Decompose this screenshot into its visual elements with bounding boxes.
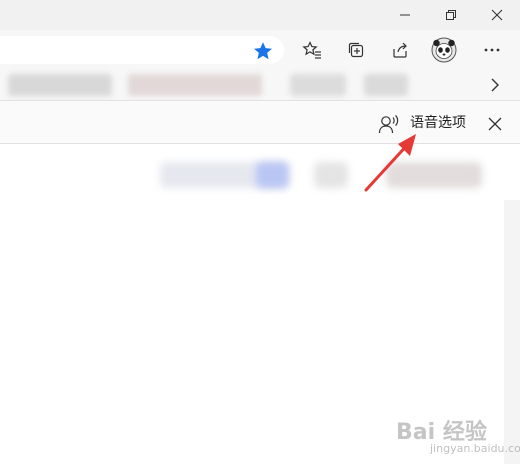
favorites-bar-item[interactable]	[290, 74, 346, 96]
chevron-right-icon	[491, 78, 499, 92]
close-icon	[491, 9, 503, 21]
restore-icon	[446, 10, 456, 20]
favorites-button[interactable]	[298, 36, 326, 64]
watermark-url: jingyan.baidu.com	[430, 442, 520, 455]
share-button[interactable]	[386, 36, 414, 64]
favorites-bar-item[interactable]	[8, 74, 112, 96]
more-menu-button[interactable]	[478, 36, 506, 64]
address-bar[interactable]	[0, 36, 284, 64]
favorites-bar-item[interactable]	[128, 74, 262, 96]
minimize-icon	[400, 14, 410, 16]
restore-button[interactable]	[428, 0, 474, 30]
favorite-star-icon[interactable]	[252, 40, 274, 62]
browser-toolbar	[0, 30, 520, 70]
blurred-page-element	[314, 162, 348, 188]
close-icon	[488, 117, 502, 131]
favorites-list-icon	[302, 41, 321, 59]
minimize-button[interactable]	[382, 0, 428, 30]
more-icon	[484, 48, 500, 52]
window-close-button[interactable]	[474, 0, 520, 30]
read-aloud-bar: 语音选项	[0, 101, 520, 144]
share-icon	[393, 42, 407, 58]
profile-avatar	[431, 37, 457, 63]
collections-icon	[348, 42, 364, 58]
scrollbar-thumb[interactable]	[504, 144, 520, 200]
favorites-bar	[0, 70, 520, 101]
collections-button[interactable]	[342, 36, 370, 64]
title-bar	[0, 0, 520, 30]
read-aloud-close-button[interactable]	[484, 113, 506, 135]
favorites-bar-item[interactable]	[364, 74, 408, 96]
annotation-arrow	[364, 134, 416, 192]
favorites-overflow-button[interactable]	[484, 74, 506, 96]
blurred-page-element	[256, 162, 288, 188]
profile-button[interactable]	[430, 36, 458, 64]
